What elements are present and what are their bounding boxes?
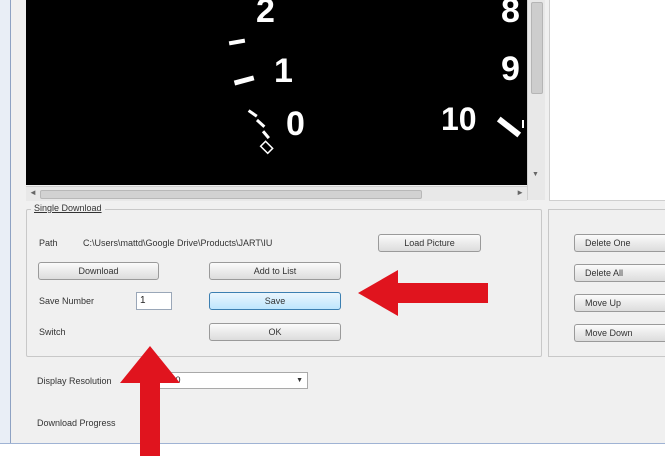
path-label: Path bbox=[39, 238, 58, 248]
gauge-number-1: 1 bbox=[274, 52, 293, 90]
load-picture-button[interactable]: Load Picture bbox=[378, 234, 481, 252]
scroll-down-icon[interactable]: ▼ bbox=[532, 171, 539, 178]
download-progress-label: Download Progress bbox=[37, 418, 116, 428]
switch-label: Switch bbox=[39, 327, 66, 337]
gauge-number-8: 8 bbox=[501, 0, 520, 30]
ok-button[interactable]: OK bbox=[209, 323, 341, 341]
gauge-tick bbox=[259, 140, 274, 155]
move-up-button[interactable]: Move Up bbox=[574, 294, 665, 312]
display-resolution-value: 800x600 bbox=[146, 375, 181, 385]
picture-list-box[interactable] bbox=[549, 0, 665, 201]
gauge-number-2: 2 bbox=[256, 0, 275, 30]
arrow-up-icon bbox=[120, 346, 180, 456]
scroll-right-icon[interactable]: ► bbox=[516, 188, 524, 197]
gauge-needle-mark bbox=[496, 116, 522, 138]
gauge-number-9: 9 bbox=[501, 50, 520, 88]
download-button[interactable]: Download bbox=[38, 262, 159, 280]
gauge-tick bbox=[247, 109, 258, 118]
gauge-tick bbox=[255, 118, 266, 128]
preview-horizontal-scrollbar[interactable]: ◄ ► bbox=[26, 186, 527, 201]
path-value: C:\Users\mattd\Google Drive\Products\JAR… bbox=[83, 238, 273, 248]
add-to-list-button[interactable]: Add to List bbox=[209, 262, 341, 280]
horizontal-scroll-thumb[interactable] bbox=[40, 190, 422, 199]
scroll-left-icon[interactable]: ◄ bbox=[29, 188, 37, 197]
save-number-label: Save Number bbox=[39, 296, 95, 306]
window-bottom-border bbox=[0, 443, 665, 462]
vertical-scroll-thumb[interactable] bbox=[531, 2, 543, 94]
gauge-tick bbox=[522, 120, 524, 128]
delete-one-button[interactable]: Delete One bbox=[574, 234, 665, 252]
gauge-preview-image: 2 1 0 8 9 10 bbox=[26, 0, 544, 185]
window-left-border bbox=[0, 0, 11, 461]
gauge-number-0: 0 bbox=[286, 105, 305, 143]
chevron-down-icon[interactable]: ▼ bbox=[296, 373, 303, 388]
preview-vertical-scrollbar[interactable]: ▼ bbox=[527, 0, 545, 200]
gauge-tick bbox=[261, 130, 270, 140]
gauge-number-10: 10 bbox=[441, 101, 477, 137]
save-number-input[interactable]: 1 bbox=[136, 292, 172, 310]
single-download-title: Single Download bbox=[31, 203, 105, 213]
display-resolution-select[interactable]: 800x600 ▼ bbox=[142, 372, 308, 389]
display-resolution-label: Display Resolution bbox=[37, 376, 112, 386]
gauge-tick bbox=[228, 38, 246, 46]
save-button[interactable]: Save bbox=[209, 292, 341, 310]
gauge-tick bbox=[233, 75, 255, 86]
delete-all-button[interactable]: Delete All bbox=[574, 264, 665, 282]
move-down-button[interactable]: Move Down bbox=[574, 324, 665, 342]
